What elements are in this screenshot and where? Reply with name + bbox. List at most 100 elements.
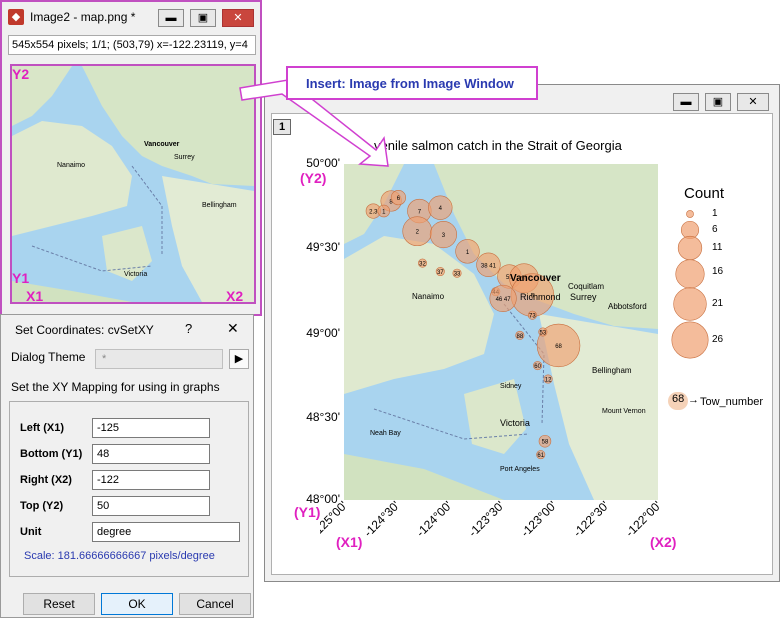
legend-item-label: 16 <box>712 266 724 277</box>
unit-input[interactable]: degree <box>92 522 240 542</box>
cancel-button[interactable]: Cancel <box>179 593 251 615</box>
map-place-nanaimo: Nanaimo <box>57 162 86 169</box>
dialog-title: Set Coordinates: cvSetXY <box>15 323 154 337</box>
graph-y2-marker: (Y2) <box>300 170 327 186</box>
set-coordinates-dialog[interactable]: Set Coordinates: cvSetXY ? ✕ Dialog Them… <box>0 314 254 618</box>
plot-place-richmond: Richmond <box>520 292 561 302</box>
tow-number-label: 33 <box>454 272 461 278</box>
coordinate-fields: Left (X1) -125 Bottom (Y1) 48 Right (X2)… <box>9 401 249 577</box>
image-window[interactable]: ◆ Image2 - map.png * ▬ ▣ ✕ 545x554 pixel… <box>0 0 262 316</box>
image-window-title: Image2 - map.png * <box>30 10 136 24</box>
y-axis: 50°00' 49°30' 49°00' 48°30' 48°00' <box>290 156 340 506</box>
legend-item-label: 1 <box>712 208 718 219</box>
plot-place-surrey: Surrey <box>570 292 597 302</box>
graph-maximize-button[interactable]: ▣ <box>705 93 731 111</box>
x-tick-label: -123°00' <box>518 500 559 540</box>
tow-number-label: 38 41 <box>481 263 497 269</box>
tow-legend-arrow: → <box>688 394 699 406</box>
tow-legend-sample: 68 <box>672 393 685 405</box>
plot-place-victoria: Victoria <box>500 418 530 428</box>
legend-item-label: 26 <box>712 334 724 345</box>
tow-number-label: 68 <box>555 344 562 350</box>
tow-number-label: 32 <box>419 262 426 268</box>
legend-bubble <box>671 321 709 359</box>
callout-text: Insert: Image from Image Window <box>306 76 514 91</box>
plot-place-port-angeles: Port Angeles <box>500 466 540 473</box>
graph-minimize-button[interactable]: ▬ <box>673 93 699 111</box>
tow-number-label: 37 <box>437 270 444 276</box>
theme-menu-button[interactable]: ▶ <box>229 349 249 369</box>
x-tick-label: -122°30' <box>570 500 611 540</box>
reset-button[interactable]: Reset <box>23 593 95 615</box>
close-button[interactable]: ✕ <box>222 9 254 27</box>
app-icon: ◆ <box>8 9 24 25</box>
graph-y1-marker: (Y1) <box>294 504 321 520</box>
map-place-bellingham: Bellingham <box>202 202 237 209</box>
map-image[interactable]: Vancouver Nanaimo Surrey Bellingham Vict… <box>10 64 256 304</box>
minimize-button[interactable]: ▬ <box>158 9 184 27</box>
plot-place-nanaimo: Nanaimo <box>412 292 445 301</box>
maximize-button[interactable]: ▣ <box>190 9 216 27</box>
tow-number-label: 12 <box>545 378 552 384</box>
x-axis: -125°00' -124°30' -124°00' -123°30' -123°00'… <box>320 500 664 540</box>
left-x1-input[interactable]: -125 <box>92 418 210 438</box>
plot-place-sidney: Sidney <box>500 383 522 390</box>
top-y2-label: Top (Y2) <box>20 500 64 512</box>
legend-bubble <box>675 259 705 289</box>
tow-number-label: 2.3 <box>369 210 378 216</box>
tow-legend-label: Tow_number <box>700 396 763 408</box>
legend-title: Count <box>684 185 725 202</box>
x-tick-label: -124°30' <box>361 500 402 540</box>
bottom-y1-input[interactable]: 48 <box>92 444 210 464</box>
tow-number-label: 61 <box>537 453 544 459</box>
ok-button[interactable]: OK <box>101 593 173 615</box>
top-y2-input[interactable]: 50 <box>92 496 210 516</box>
map-place-surrey: Surrey <box>174 154 195 161</box>
x1-marker: X1 <box>26 288 44 304</box>
plot-place-vancouver: Vancouver <box>510 273 561 284</box>
plot-place-neah-bay: Neah Bay <box>370 430 401 437</box>
legend-bubble <box>686 210 694 218</box>
graph-x1-marker: (X1) <box>336 534 363 550</box>
dialog-close-button[interactable]: ✕ <box>227 320 239 337</box>
y-tick-label: 48°30' <box>306 410 340 424</box>
legend-bubble <box>673 287 707 321</box>
right-x2-input[interactable]: -122 <box>92 470 210 490</box>
plot-place-mount-vernon: Mount Vernon <box>602 408 646 415</box>
bottom-y1-label: Bottom (Y1) <box>20 448 83 460</box>
plot-place-abbotsford: Abbotsford <box>608 302 647 311</box>
right-x2-label: Right (X2) <box>20 474 72 486</box>
graph-close-button[interactable]: ✕ <box>737 93 769 111</box>
legend-labels: 1 6 11 16 21 26 <box>710 204 750 364</box>
tow-number-label: 53 <box>540 331 547 337</box>
tow-number-label: 88 <box>516 334 523 340</box>
tow-number-label: 46 47 <box>496 297 512 303</box>
tow-number-label: 73 <box>529 314 536 320</box>
plot-place-bellingham: Bellingham <box>592 366 632 375</box>
help-button[interactable]: ? <box>185 321 192 336</box>
x2-marker: X2 <box>226 288 244 304</box>
legend-item-label: 11 <box>712 242 723 253</box>
x-tick-label: -124°00' <box>413 500 454 540</box>
y-tick-label: 49°30' <box>306 240 340 254</box>
tow-number-label: 58 <box>542 440 549 446</box>
dialog-theme-field[interactable]: * <box>95 349 223 369</box>
dialog-theme-label: Dialog Theme <box>11 350 86 364</box>
plot-place-coquitlam: Coquitlam <box>568 282 605 291</box>
scale-readout: Scale: 181.66666666667 pixels/degree <box>24 550 215 562</box>
image-status-bar: 545x554 pixels; 1/1; (503,79) x=-122.231… <box>8 35 256 55</box>
left-x1-label: Left (X1) <box>20 422 64 434</box>
legend-bubbles <box>671 210 709 359</box>
y2-marker: Y2 <box>12 66 30 82</box>
tow-number-label: 60 <box>534 364 541 370</box>
mapping-description: Set the XY Mapping for using in graphs <box>11 380 220 394</box>
legend-item-label: 6 <box>712 224 718 235</box>
y1-marker: Y1 <box>12 270 30 286</box>
y-tick-label: 49°00' <box>306 326 340 340</box>
unit-label: Unit <box>20 526 42 538</box>
graph-x2-marker: (X2) <box>650 534 677 550</box>
legend-item-label: 21 <box>712 298 724 309</box>
plot-area[interactable]: 862.31742313238 41515654446 473733738868… <box>344 164 658 500</box>
map-image-graphic <box>12 66 254 302</box>
legend-bubble <box>677 235 703 261</box>
